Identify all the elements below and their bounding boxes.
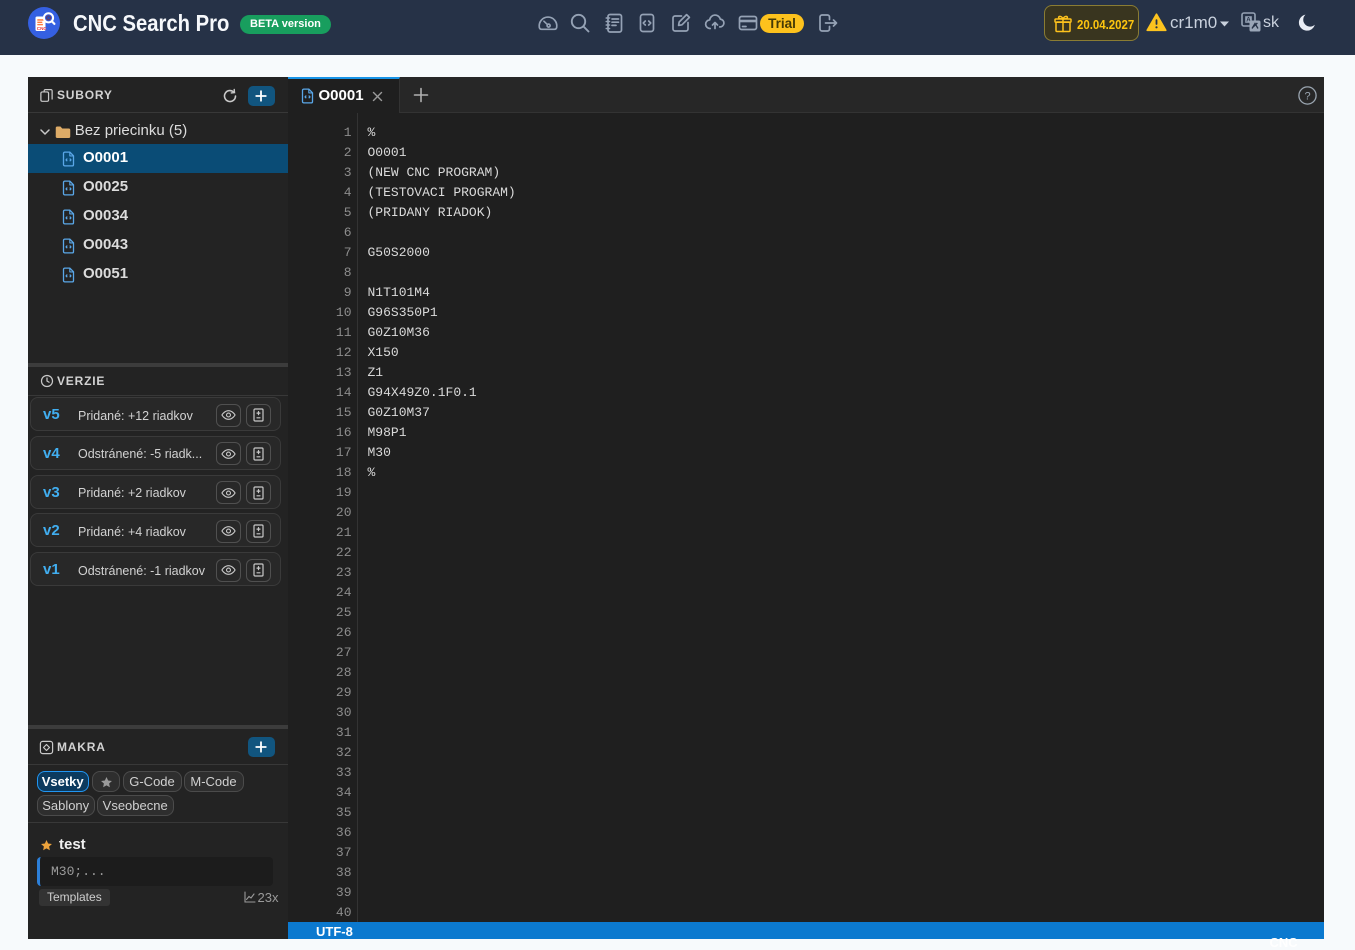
svg-text:CNC: CNC	[37, 26, 48, 31]
svg-text:?: ?	[1304, 90, 1310, 102]
